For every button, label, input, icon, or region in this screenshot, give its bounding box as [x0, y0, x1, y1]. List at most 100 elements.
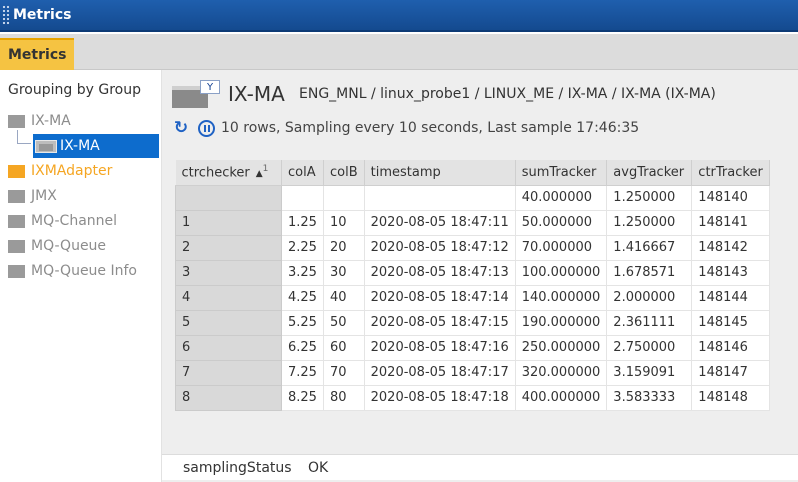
table-row[interactable]: 8 8.25 80 2020-08-05 18:47:18 400.000000 3.58… — [175, 384, 770, 411]
column-header-ctrtracker[interactable]: ctrTracker — [691, 160, 770, 186]
table-cell-timestamp — [363, 184, 516, 211]
sampling-status-key: samplingStatus — [183, 459, 292, 476]
table-cell-ctrtracker: 148146 — [691, 334, 770, 361]
folder-icon — [8, 189, 25, 203]
table-cell-avgtracker: 2.361111 — [606, 309, 693, 336]
table-cell-avgtracker: 1.250000 — [606, 209, 693, 236]
table-row[interactable]: 4 4.25 40 2020-08-05 18:47:14 140.000000 2.00… — [175, 284, 770, 311]
table-cell-ctrtracker: 148142 — [691, 234, 770, 261]
table-cell-cola: 7.25 — [281, 359, 324, 386]
tree-item-label: MQ-Channel — [31, 213, 118, 229]
table-cell-colb: 50 — [323, 309, 365, 336]
table-cell-avgtracker: 1.250000 — [606, 184, 693, 211]
table-cell-sumtracker: 40.000000 — [514, 184, 608, 211]
sidebar: Grouping by Group IX-MA IX-MA IXMAdapter… — [0, 70, 162, 482]
table-cell-sumtracker: 140.000000 — [514, 284, 608, 311]
table-row[interactable]: 7 7.25 70 2020-08-05 18:47:17 320.000000 3.15… — [175, 359, 770, 386]
table-cell-ctrchecker: 1 — [175, 209, 282, 236]
table-row[interactable]: 1 1.25 10 2020-08-05 18:47:11 50.000000 1.250… — [175, 209, 770, 236]
column-header-ctrchecker[interactable]: ctrchecker ▲1 — [175, 160, 282, 186]
table-cell-cola: 2.25 — [281, 234, 324, 261]
table-cell-colb: 80 — [323, 384, 365, 411]
table-cell-timestamp: 2020-08-05 18:47:16 — [363, 334, 516, 361]
table-cell-cola: 3.25 — [281, 259, 324, 286]
tree-item-label: IXMAdapter — [31, 163, 113, 179]
tree-item-label: IX-MA — [31, 113, 71, 129]
column-header-sumtracker[interactable]: sumTracker — [515, 160, 608, 186]
table-cell-colb: 30 — [323, 259, 365, 286]
column-header-avgtracker[interactable]: avgTracker — [606, 160, 693, 186]
tree-item-jmx[interactable]: JMX — [8, 185, 57, 207]
table-cell-colb — [323, 184, 365, 211]
drag-grip-icon[interactable] — [2, 5, 10, 25]
table-cell-timestamp: 2020-08-05 18:47:18 — [363, 384, 516, 411]
table-cell-ctrchecker: 8 — [175, 384, 282, 411]
tab-metrics[interactable]: Metrics — [0, 38, 75, 70]
table-cell-colb: 70 — [323, 359, 365, 386]
pause-icon[interactable] — [198, 119, 215, 137]
table-row[interactable]: 40.000000 1.250000 148140 — [175, 184, 770, 211]
table-cell-colb: 60 — [323, 334, 365, 361]
tree-item-ix-ma-group[interactable]: IX-MA — [8, 110, 71, 132]
tree-item-mq-channel[interactable]: MQ-Channel — [8, 210, 117, 232]
table-cell-ctrchecker: 6 — [175, 334, 282, 361]
column-header-cola[interactable]: colA — [281, 160, 324, 186]
column-header-timestamp[interactable]: timestamp — [364, 160, 516, 186]
table-cell-cola: 1.25 — [281, 209, 324, 236]
table-cell-sumtracker: 400.000000 — [514, 384, 608, 411]
table-cell-timestamp: 2020-08-05 18:47:15 — [363, 309, 516, 336]
tab-strip: Metrics — [0, 34, 798, 70]
tree-item-ix-ma-entity[interactable]: IX-MA — [33, 134, 159, 158]
table-header-row: ctrchecker ▲1 colA colB timestamp sumTrac… — [175, 160, 770, 186]
filter-icon[interactable]: Y — [200, 80, 220, 94]
table-cell-sumtracker: 190.000000 — [514, 309, 608, 336]
folder-icon — [8, 214, 25, 228]
sidebar-heading: Grouping by Group — [8, 82, 141, 98]
tree-item-label: IX-MA — [60, 138, 100, 154]
table-cell-ctrchecker: 4 — [175, 284, 282, 311]
tree-item-label: JMX — [31, 188, 57, 204]
tree-item-mq-queue[interactable]: MQ-Queue — [8, 235, 106, 257]
table-cell-avgtracker: 1.416667 — [606, 234, 693, 261]
table-cell-timestamp: 2020-08-05 18:47:12 — [363, 234, 516, 261]
tree-item-label: MQ-Queue Info — [31, 263, 137, 279]
table-cell-sumtracker: 320.000000 — [514, 359, 608, 386]
window-title: Metrics — [13, 7, 72, 23]
table-cell-timestamp: 2020-08-05 18:47:14 — [363, 284, 516, 311]
tree-item-label: MQ-Queue — [31, 238, 107, 254]
table-cell-sumtracker: 250.000000 — [514, 334, 608, 361]
main-panel: Y IX-MA ENG_MNL / linux_probe1 / LINUX_M… — [162, 70, 798, 482]
table-cell-cola: 4.25 — [281, 284, 324, 311]
table-cell-timestamp: 2020-08-05 18:47:13 — [363, 259, 516, 286]
table-cell-ctrtracker: 148147 — [691, 359, 770, 386]
table-cell-colb: 20 — [323, 234, 365, 261]
tree-item-ixmadapter[interactable]: IXMAdapter — [8, 160, 112, 182]
refresh-icon[interactable]: ↻ — [172, 118, 190, 138]
table-row[interactable]: 6 6.25 60 2020-08-05 18:47:16 250.000000 2.75… — [175, 334, 770, 361]
column-header-colb[interactable]: colB — [323, 160, 365, 186]
status-bar: samplingStatus OK — [162, 454, 798, 480]
table-cell-ctrchecker: 7 — [175, 359, 282, 386]
table-cell-avgtracker: 2.750000 — [606, 334, 693, 361]
table-cell-ctrtracker: 148141 — [691, 209, 770, 236]
table-row[interactable]: 3 3.25 30 2020-08-05 18:47:13 100.000000 1.67… — [175, 259, 770, 286]
entity-icon — [35, 139, 57, 153]
table-cell-sumtracker: 100.000000 — [514, 259, 608, 286]
table-cell-colb: 10 — [323, 209, 365, 236]
window-titlebar: Metrics — [0, 0, 798, 32]
tree-item-mq-queue-info[interactable]: MQ-Queue Info — [8, 260, 137, 282]
table-cell-cola: 5.25 — [281, 309, 324, 336]
table-cell-sumtracker: 70.000000 — [514, 234, 608, 261]
sampling-status-value: OK — [308, 459, 329, 476]
sampling-status-row: ↻ 10 rows, Sampling every 10 seconds, La… — [172, 118, 639, 138]
table-cell-ctrchecker: 3 — [175, 259, 282, 286]
table-row[interactable]: 5 5.25 50 2020-08-05 18:47:15 190.000000 2.36… — [175, 309, 770, 336]
table-cell-avgtracker: 1.678571 — [606, 259, 693, 286]
table-cell-avgtracker: 3.583333 — [606, 384, 693, 411]
table-row[interactable]: 2 2.25 20 2020-08-05 18:47:12 70.000000 1.416… — [175, 234, 770, 261]
table-cell-sumtracker: 50.000000 — [514, 209, 608, 236]
table-cell-cola — [281, 184, 324, 211]
table-cell-ctrtracker: 148148 — [691, 384, 770, 411]
sort-ascending-icon: ▲ — [255, 169, 263, 180]
table-cell-ctrchecker: 5 — [175, 309, 282, 336]
